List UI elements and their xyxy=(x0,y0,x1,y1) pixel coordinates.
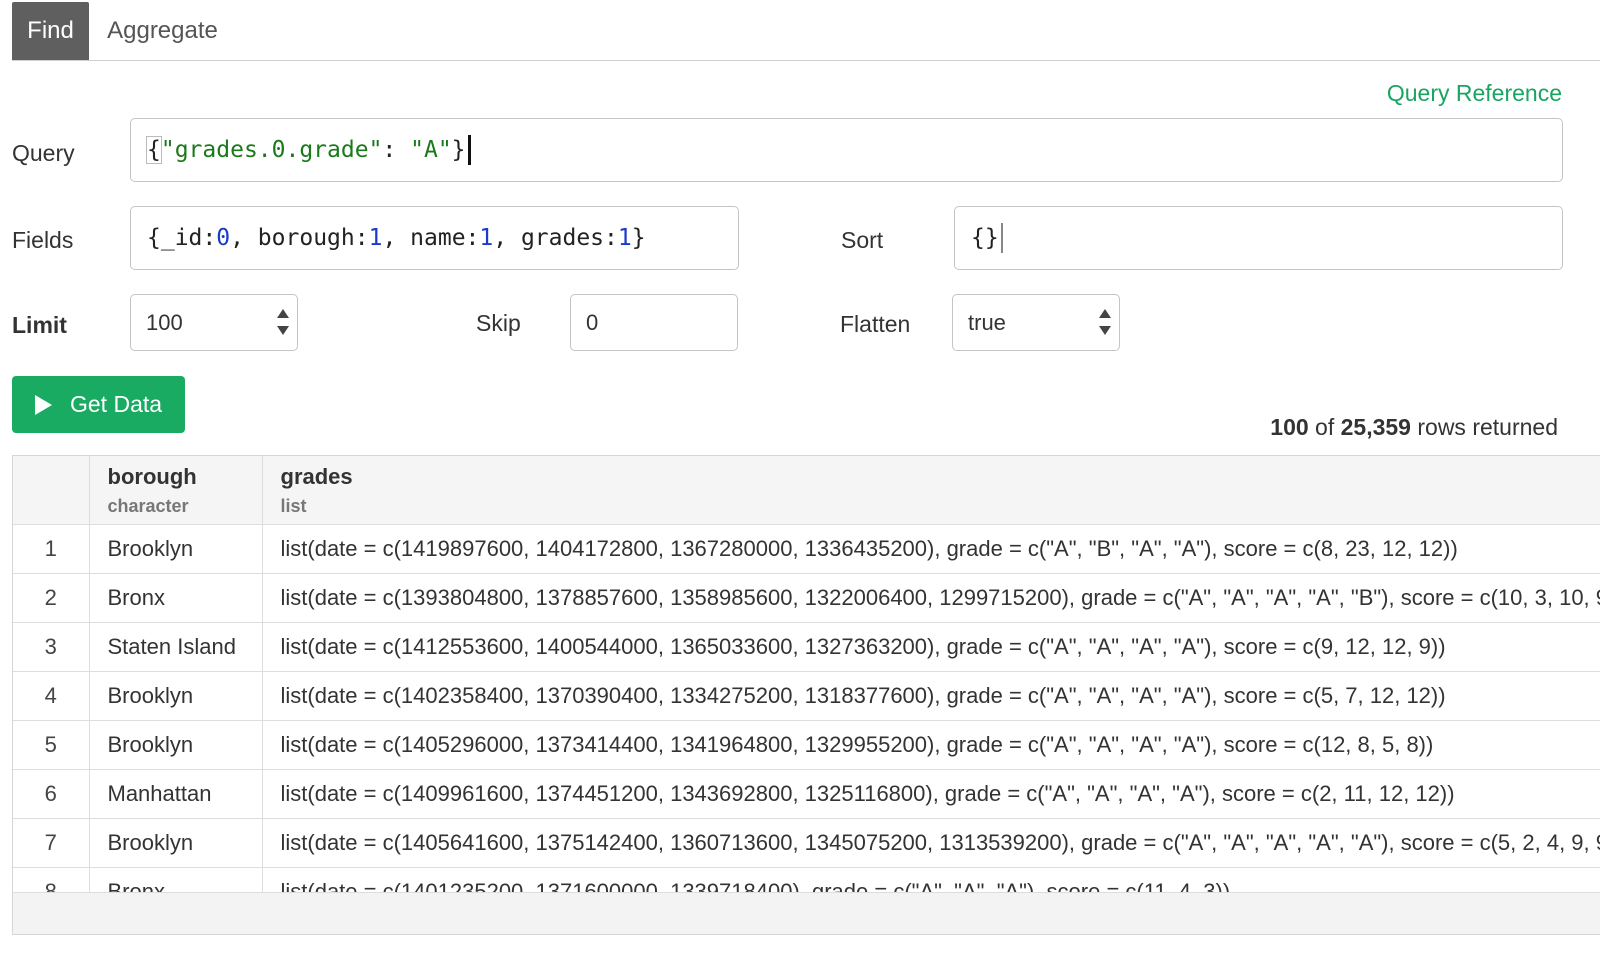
row-index: 6 xyxy=(13,769,90,819)
row-index: 4 xyxy=(13,671,90,721)
table-footer xyxy=(13,892,1600,934)
query-reference-link[interactable]: Query Reference xyxy=(1387,80,1562,107)
cell-grades: list(date = c(1405641600, 1375142400, 13… xyxy=(262,818,1600,868)
select-arrows-icon xyxy=(277,309,289,335)
cell-grades: list(date = c(1409961600, 1374451200, 13… xyxy=(262,769,1600,819)
flatten-value: true xyxy=(968,309,1006,335)
row-index: 1 xyxy=(13,524,90,574)
fields-part: } xyxy=(631,225,646,251)
cell-grades: list(date = c(1419897600, 1404172800, 13… xyxy=(262,524,1600,574)
fields-part: , name: xyxy=(382,225,480,251)
column-header-borough[interactable]: borough character xyxy=(89,456,263,525)
results-table[interactable]: borough character grades list 1 Brooklyn l… xyxy=(12,455,1600,935)
query-editor[interactable]: {"grades.0.grade": "A"} xyxy=(130,118,1563,182)
skip-value: 0 xyxy=(586,309,599,335)
cell-borough: Manhattan xyxy=(89,769,263,819)
fields-part: {_id: xyxy=(147,225,217,251)
limit-value: 100 xyxy=(146,309,183,335)
limit-label: Limit xyxy=(12,312,67,338)
fields-value: 1 xyxy=(617,225,632,251)
query-label: Query xyxy=(12,140,75,166)
skip-input[interactable]: 0 xyxy=(570,294,738,351)
table-header-row: borough character grades list xyxy=(13,456,1600,525)
fields-editor[interactable]: {_id: 0, borough: 1, name: 1, grades: 1} xyxy=(130,206,739,270)
query-key: "grades.0.grade" xyxy=(160,137,383,163)
column-name: grades xyxy=(280,464,353,489)
query-value: "A" xyxy=(410,137,452,163)
sort-value: {} xyxy=(971,225,999,251)
table-row[interactable]: 2 Bronx list(date = c(1393804800, 13788576… xyxy=(13,573,1600,623)
rows-suffix: rows returned xyxy=(1410,414,1558,440)
fields-value: 1 xyxy=(368,225,383,251)
cell-borough: Brooklyn xyxy=(89,818,263,868)
skip-label: Skip xyxy=(476,310,521,336)
row-index: 3 xyxy=(13,622,90,672)
table-row[interactable]: 6 Manhattan list(date = c(1409961600, 1374… xyxy=(13,769,1600,819)
text-cursor xyxy=(467,135,471,165)
cell-grades: list(date = c(1393804800, 1378857600, 13… xyxy=(262,573,1600,623)
tab-bar: Find Aggregate xyxy=(12,2,1600,61)
column-header-grades[interactable]: grades list xyxy=(262,456,1600,525)
get-data-button[interactable]: Get Data xyxy=(12,376,185,433)
text-cursor xyxy=(1000,223,1003,253)
column-type: character xyxy=(107,496,189,516)
table-row[interactable]: 5 Brooklyn list(date = c(1405296000, 13734… xyxy=(13,720,1600,770)
query-open-brace: { xyxy=(146,136,162,164)
rows-returned-status: 100 of 25,359 rows returned xyxy=(1270,414,1558,441)
rows-of: of xyxy=(1308,414,1341,440)
rows-shown: 100 xyxy=(1270,414,1309,440)
cell-borough: Staten Island xyxy=(89,622,263,672)
limit-select[interactable]: 100 xyxy=(130,294,298,351)
column-name: borough xyxy=(107,464,197,489)
table-row[interactable]: 1 Brooklyn list(date = c(1419897600, 14041… xyxy=(13,524,1600,574)
cell-borough: Bronx xyxy=(89,573,263,623)
fields-part: , borough: xyxy=(230,225,369,251)
tab-aggregate[interactable]: Aggregate xyxy=(100,2,225,60)
row-index: 2 xyxy=(13,573,90,623)
fields-part: , grades: xyxy=(493,225,618,251)
fields-value: 0 xyxy=(216,225,231,251)
table-row[interactable]: 4 Brooklyn list(date = c(1402358400, 13703… xyxy=(13,671,1600,721)
column-type: list xyxy=(280,496,307,516)
index-header xyxy=(13,456,90,525)
cell-grades: list(date = c(1402358400, 1370390400, 13… xyxy=(262,671,1600,721)
tab-find[interactable]: Find xyxy=(12,2,89,60)
cell-grades: list(date = c(1412553600, 1400544000, 13… xyxy=(262,622,1600,672)
query-close-brace: } xyxy=(451,137,466,163)
table-row[interactable]: 7 Brooklyn list(date = c(1405641600, 13751… xyxy=(13,818,1600,868)
get-data-label: Get Data xyxy=(70,391,163,417)
play-icon xyxy=(35,394,52,415)
table-row[interactable]: 3 Staten Island list(date = c(1412553600, … xyxy=(13,622,1600,672)
cell-grades: list(date = c(1405296000, 1373414400, 13… xyxy=(262,720,1600,770)
cell-borough: Brooklyn xyxy=(89,720,263,770)
sort-label: Sort xyxy=(841,227,884,253)
sort-editor[interactable]: {} xyxy=(954,206,1563,270)
cell-borough: Brooklyn xyxy=(89,524,263,574)
select-arrows-icon xyxy=(1099,309,1111,335)
flatten-select[interactable]: true xyxy=(952,294,1120,351)
row-index: 7 xyxy=(13,818,90,868)
query-colon: : xyxy=(382,137,411,163)
flatten-label: Flatten xyxy=(840,311,911,337)
rows-total: 25,359 xyxy=(1340,414,1411,440)
cell-borough: Brooklyn xyxy=(89,671,263,721)
row-index: 5 xyxy=(13,720,90,770)
fields-label: Fields xyxy=(12,227,74,253)
fields-value: 1 xyxy=(479,225,494,251)
